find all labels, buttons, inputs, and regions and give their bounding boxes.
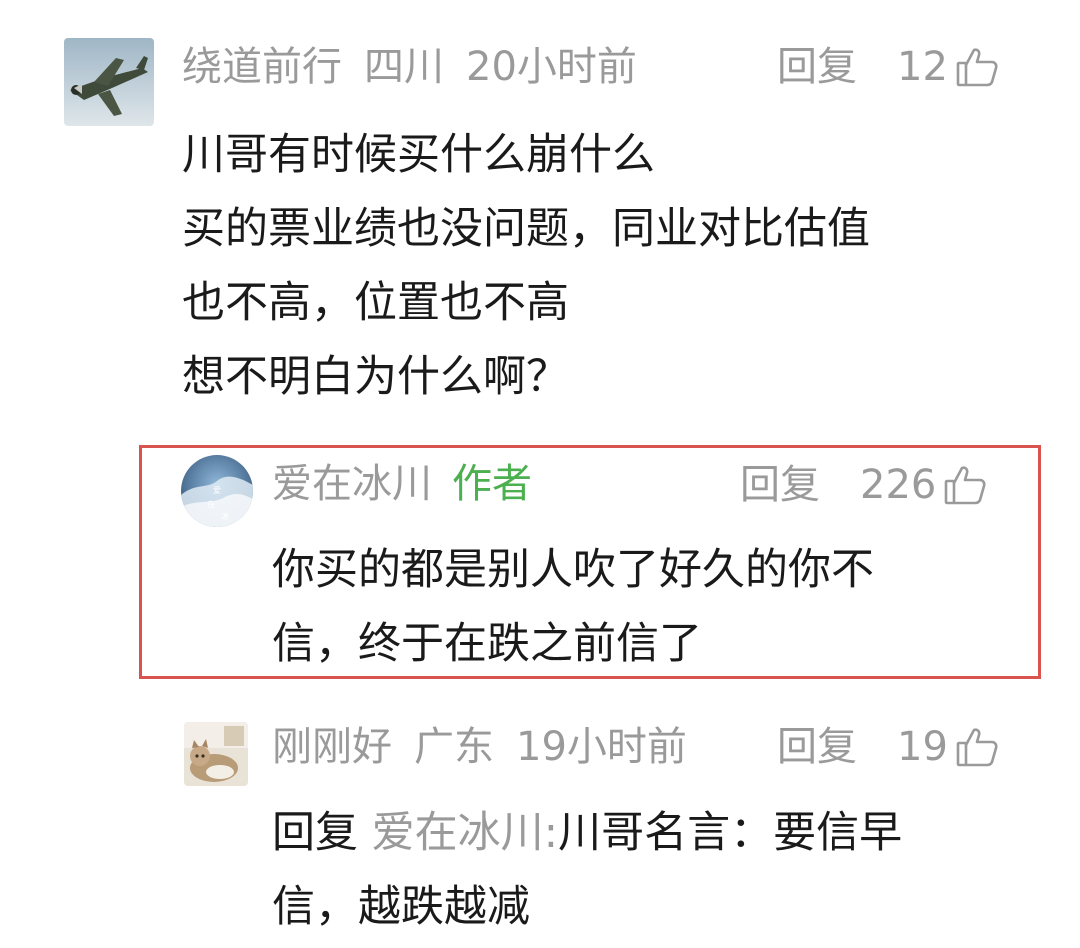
comment-line: 你买的都是别人吹了好久的你不	[272, 545, 874, 595]
comment-actions: 回复 226	[740, 462, 988, 508]
ice-wave-avatar-icon[interactable]: 爱 在 冰	[181, 455, 253, 527]
comment-line: 回复 爱在冰川:川哥名言：要信早	[272, 796, 902, 870]
comment-line: 川哥有时候买什么崩什么	[182, 130, 655, 180]
username[interactable]: 绕道前行	[182, 47, 342, 87]
thumbs-up-icon[interactable]	[954, 44, 1000, 90]
comment-body: 你买的都是别人吹了好久的你不 信，终于在跌之前信了	[272, 533, 874, 681]
comment-meta: 爱在冰川 作者	[272, 464, 532, 504]
like-count: 226	[860, 462, 937, 508]
comment-actions: 回复 19	[777, 724, 1000, 770]
location: 广东	[414, 724, 494, 770]
reply-button[interactable]: 回复	[777, 47, 857, 87]
author-badge: 作者	[452, 461, 532, 507]
reply-text: 川哥名言：要信早	[558, 808, 903, 858]
cat-avatar-icon[interactable]	[184, 722, 248, 786]
comment-line: 想不明白为什么啊？	[182, 352, 569, 402]
avatar-glyph: 在	[207, 499, 215, 509]
reply-prefix: 回复	[272, 808, 358, 858]
like-count: 19	[897, 724, 948, 770]
reply-button[interactable]: 回复	[740, 465, 820, 505]
avatar-glyph: 爱	[213, 486, 221, 495]
location: 四川	[364, 44, 444, 90]
reply-target-user[interactable]: 爱在冰川:	[372, 808, 559, 858]
comment-line: 买的票业绩也没问题，同业对比估值	[182, 204, 870, 254]
comment-meta: 绕道前行 四川 20小时前	[182, 47, 637, 87]
comment-line: 也不高，位置也不高	[182, 278, 569, 328]
comment-line: 信，终于在跌之前信了	[272, 619, 702, 669]
thumbs-up-icon[interactable]	[954, 724, 1000, 770]
avatar-glyph: 冰	[221, 511, 229, 521]
timestamp: 19小时前	[516, 724, 687, 770]
username[interactable]: 刚刚好	[272, 727, 392, 767]
like-count: 12	[897, 44, 948, 90]
timestamp: 20小时前	[466, 44, 637, 90]
comment-body: 川哥有时候买什么崩什么 买的票业绩也没问题，同业对比估值 也不高，位置也不高 想…	[182, 118, 870, 414]
reply-button[interactable]: 回复	[777, 727, 857, 767]
airplane-avatar-icon[interactable]	[64, 38, 154, 126]
comment-body: 回复 爱在冰川:川哥名言：要信早 信，越跌越减	[272, 796, 902, 944]
comment-meta: 刚刚好 广东 19小时前	[272, 727, 687, 767]
comment-actions: 回复 12	[777, 44, 1000, 90]
thumbs-up-icon[interactable]	[942, 462, 988, 508]
comment-line: 信，越跌越减	[272, 882, 530, 932]
username[interactable]: 爱在冰川	[272, 464, 432, 504]
